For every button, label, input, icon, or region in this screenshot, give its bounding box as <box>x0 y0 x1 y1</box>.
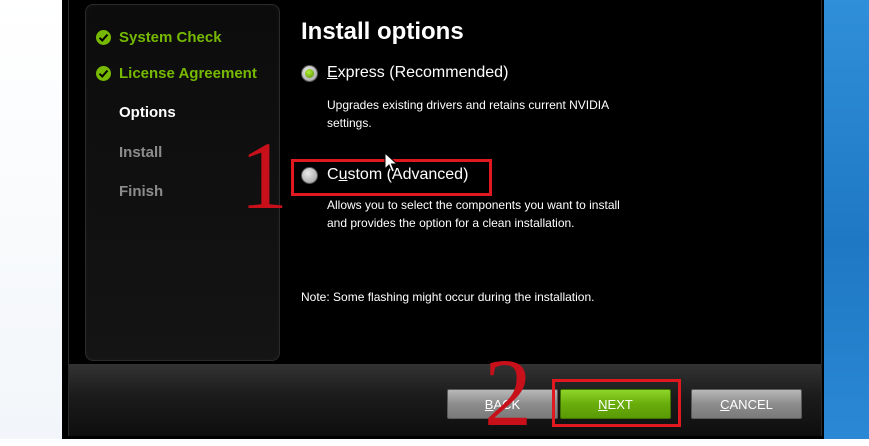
description-line: Allows you to select the components you … <box>327 198 620 212</box>
step-label: Options <box>119 103 176 121</box>
installer-window: System Check License Agreement Options I… <box>68 0 822 436</box>
step-system-check: System Check <box>96 25 222 49</box>
custom-option-description: Allows you to select the components you … <box>327 196 620 232</box>
step-license-agreement: License Agreement <box>96 61 257 85</box>
flashing-note: Note: Some flashing might occur during t… <box>301 290 595 304</box>
express-option-label[interactable]: Express (Recommended) <box>327 64 508 82</box>
check-icon <box>96 65 111 81</box>
mouse-cursor-icon <box>384 152 398 173</box>
step-label: License Agreement <box>119 64 257 82</box>
cancel-button[interactable]: CANCEL <box>691 389 802 419</box>
description-line: settings. <box>327 116 372 130</box>
desktop-background-right <box>820 0 869 439</box>
check-icon <box>96 29 111 45</box>
step-label: Finish <box>119 182 164 200</box>
radio-selected-icon[interactable] <box>301 64 318 82</box>
radio-unselected-icon[interactable] <box>301 166 318 184</box>
step-install: Install <box>119 140 162 164</box>
next-button-label[interactable]: NEXT <box>598 397 633 412</box>
options-panel: Install options Express (Recommended) Up… <box>291 0 811 360</box>
step-label: System Check <box>119 28 222 46</box>
button-bar: BACK NEXT CANCEL <box>69 364 821 436</box>
description-line: and provides the option for a clean inst… <box>327 216 575 230</box>
annotation-number-1: 1 <box>240 122 288 229</box>
desktop-background-left <box>0 0 66 439</box>
step-finish: Finish <box>119 179 163 203</box>
step-options: Options <box>119 100 176 124</box>
next-button[interactable]: NEXT <box>560 389 671 419</box>
cancel-button-label[interactable]: CANCEL <box>720 397 773 412</box>
description-line: Upgrades existing drivers and retains cu… <box>327 98 610 112</box>
express-option-description: Upgrades existing drivers and retains cu… <box>327 96 609 132</box>
step-label: Install <box>119 143 163 161</box>
page-title: Install options <box>301 18 464 45</box>
express-option[interactable]: Express (Recommended) <box>301 64 508 82</box>
annotation-number-2: 2 <box>484 339 532 446</box>
